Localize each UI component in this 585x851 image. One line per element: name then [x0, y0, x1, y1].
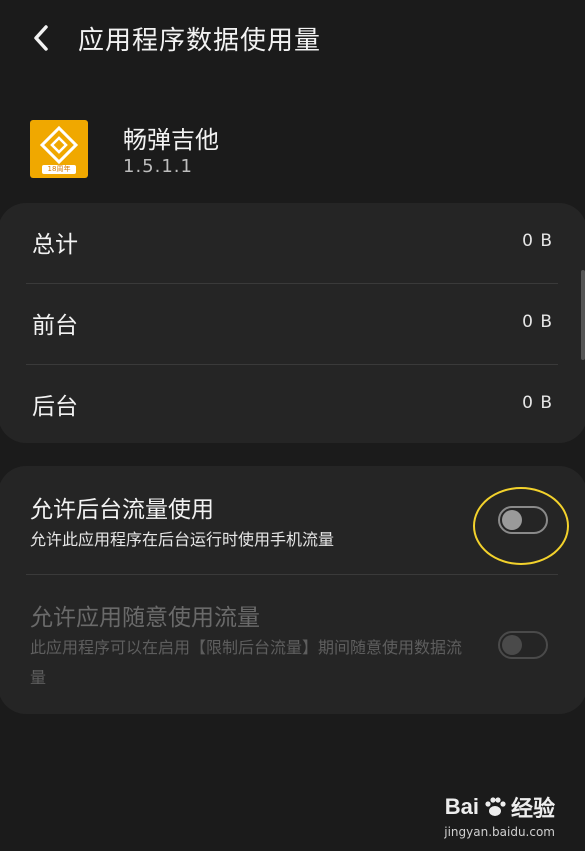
usage-label: 总计 — [32, 232, 78, 258]
divider — [26, 574, 558, 575]
usage-label: 后台 — [32, 394, 78, 420]
watermark-url: jingyan.baidu.com — [444, 825, 555, 839]
usage-row-background: 后台 0 B — [0, 365, 585, 445]
usage-row-foreground: 前台 0 B — [0, 284, 585, 364]
toggle-knob — [502, 635, 522, 655]
page-title: 应用程序数据使用量 — [78, 26, 322, 56]
watermark-brand-suffix: 经验 — [510, 796, 555, 821]
app-badge: 18周年 — [42, 165, 76, 174]
scrollbar[interactable] — [581, 270, 585, 360]
usage-label: 前台 — [32, 313, 78, 339]
highlight-circle — [473, 487, 569, 565]
unrestricted-data-toggle[interactable] — [498, 631, 548, 659]
app-version: 1.5.1.1 — [123, 156, 193, 177]
app-info: 18周年 畅弹吉他 1.5.1.1 — [0, 110, 585, 190]
usage-card: 总计 0 B 前台 0 B 后台 0 B — [0, 203, 585, 443]
watermark-brand-text: Bai — [444, 794, 479, 819]
app-name: 畅弹吉他 — [123, 126, 219, 154]
usage-row-total: 总计 0 B — [0, 203, 585, 283]
usage-value: 0 B — [522, 231, 553, 251]
app-logo-icon: 18周年 — [30, 120, 88, 178]
back-arrow-icon[interactable] — [22, 18, 62, 58]
setting-description: 此应用程序可以在启用【限制后台流量】期间随意使用数据流量 — [30, 638, 463, 687]
watermark-brand: Bai 经验 — [444, 791, 555, 823]
usage-value: 0 B — [522, 393, 553, 413]
watermark: Bai 经验 jingyan.baidu.com — [444, 791, 555, 839]
setting-title: 允许后台流量使用 — [30, 497, 214, 523]
setting-description: 允许此应用程序在后台运行时使用手机流量 — [30, 530, 335, 549]
paw-icon — [485, 797, 506, 816]
usage-value: 0 B — [522, 312, 553, 332]
setting-title: 允许应用随意使用流量 — [30, 605, 260, 631]
top-bar: 应用程序数据使用量 — [0, 0, 585, 80]
